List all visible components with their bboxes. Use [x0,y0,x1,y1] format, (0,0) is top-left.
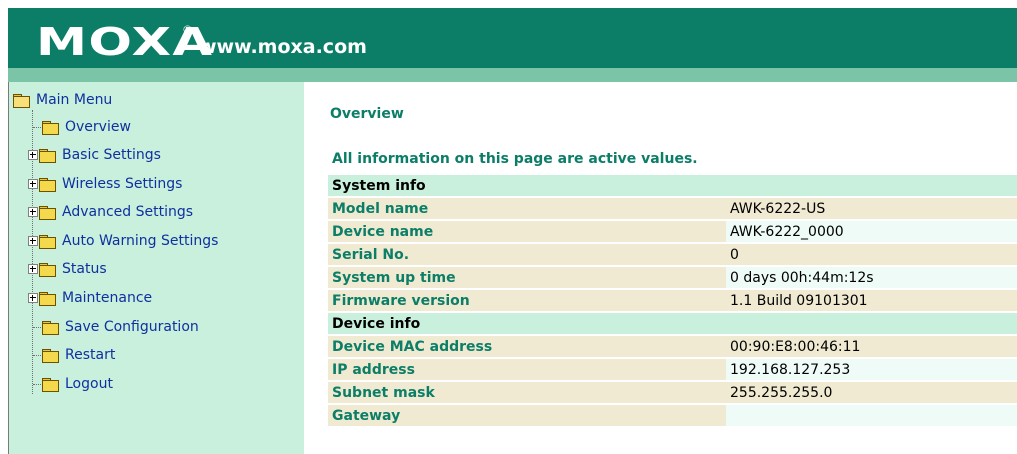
menu-item-auto-warning-settings[interactable]: Auto Warning Settings [28,231,218,251]
table-row: Gateway [328,405,1017,426]
tree-branch [33,354,41,356]
row-value: AWK-6222-US [726,198,1017,219]
menu-root-label: Main Menu [36,92,113,108]
folder-icon [39,291,56,306]
row-value [726,405,1017,426]
menu-item-logout[interactable]: Logout [33,374,113,394]
table-row: Device name AWK-6222_0000 [328,221,1017,242]
row-label: Device MAC address [328,336,726,357]
expand-plus-icon[interactable] [28,236,38,246]
menu-item-label: Auto Warning Settings [62,233,219,249]
row-value: AWK-6222_0000 [726,221,1017,242]
section-title: Device info [328,313,1017,334]
menu-item-label: Restart [65,347,116,363]
header: MOXA ® www.moxa.com [0,0,1017,82]
logo-registered-mark: ® [182,23,193,36]
menu-item-advanced-settings[interactable]: Advanced Settings [28,202,193,222]
menu-item-basic-settings[interactable]: Basic Settings [28,145,161,165]
moxa-logo[interactable]: MOXA ® www.moxa.com [36,20,367,64]
header-underline [8,68,1017,82]
folder-icon [39,262,56,277]
menu-item-status[interactable]: Status [28,259,107,279]
folder-icon [42,377,59,392]
section-header-device-info: Device info [328,313,1017,334]
table-row: System up time 0 days 00h:44m:12s [328,267,1017,288]
menu-item-wireless-settings[interactable]: Wireless Settings [28,174,182,194]
menu-item-overview[interactable]: Overview [33,117,131,137]
menu-item-label: Status [62,261,107,277]
expand-plus-icon[interactable] [28,179,38,189]
row-label: Model name [328,198,726,219]
folder-icon [42,348,59,363]
row-label: Firmware version [328,290,726,311]
tree-branch [33,326,41,328]
row-label: IP address [328,359,726,380]
menu-item-label: Wireless Settings [62,176,183,192]
sidebar: Main Menu Overview Basic Settings Wirele… [8,82,305,454]
row-label: Subnet mask [328,382,726,403]
expand-plus-icon[interactable] [28,264,38,274]
table-row: Subnet mask 255.255.255.0 [328,382,1017,403]
table-row: Firmware version 1.1 Build 09101301 [328,290,1017,311]
expand-plus-icon[interactable] [28,293,38,303]
page-title: Overview [330,106,404,122]
expand-plus-icon[interactable] [28,150,38,160]
tree-branch [33,383,41,385]
main-content: Overview All information on this page ar… [304,82,1017,454]
table-row: Serial No. 0 [328,244,1017,265]
menu-item-maintenance[interactable]: Maintenance [28,288,152,308]
section-header-system-info: System info [328,175,1017,196]
row-value: 00:90:E8:00:46:11 [726,336,1017,357]
menu-item-label: Logout [65,376,113,392]
row-label: Device name [328,221,726,242]
row-value: 0 [726,244,1017,265]
folder-icon [39,234,56,249]
menu-root-main-menu[interactable]: Main Menu [13,90,112,110]
logo-url: www.moxa.com [199,36,367,58]
row-value: 0 days 00h:44m:12s [726,267,1017,288]
folder-icon [42,320,59,335]
menu-item-label: Overview [65,119,131,135]
active-values-note: All information on this page are active … [332,151,698,167]
folder-icon [42,120,59,135]
overview-table: System info Model name AWK-6222-US Devic… [328,173,1017,428]
menu-item-save-configuration[interactable]: Save Configuration [33,317,199,337]
row-label: Gateway [328,405,726,426]
row-label: System up time [328,267,726,288]
menu-item-label: Save Configuration [65,319,199,335]
folder-icon [39,205,56,220]
row-label: Serial No. [328,244,726,265]
table-row: Model name AWK-6222-US [328,198,1017,219]
row-value: 192.168.127.253 [726,359,1017,380]
table-row: IP address 192.168.127.253 [328,359,1017,380]
tree-branch [33,126,41,128]
section-title: System info [328,175,1017,196]
menu-item-label: Advanced Settings [62,204,194,220]
menu-item-label: Maintenance [62,290,153,306]
row-value: 1.1 Build 09101301 [726,290,1017,311]
table-row: Device MAC address 00:90:E8:00:46:11 [328,336,1017,357]
expand-plus-icon[interactable] [28,207,38,217]
row-value: 255.255.255.0 [726,382,1017,403]
menu-item-restart[interactable]: Restart [33,345,115,365]
folder-icon [39,148,56,163]
menu-item-label: Basic Settings [62,147,161,163]
folder-open-icon [13,93,30,108]
folder-icon [39,177,56,192]
